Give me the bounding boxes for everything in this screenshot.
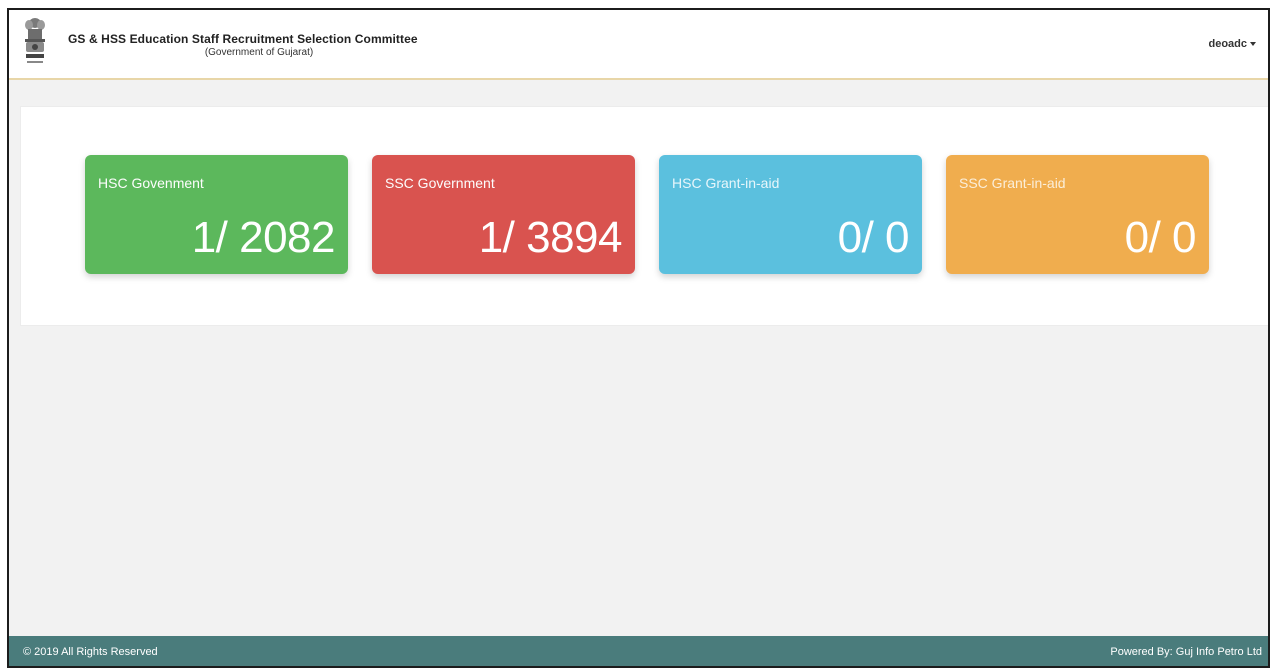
user-name: deoadc	[1208, 38, 1247, 50]
card-hsc-government[interactable]: HSC Govenment 1/ 2082	[85, 155, 348, 274]
card-ssc-grant-in-aid[interactable]: SSC Grant-in-aid 0/ 0	[946, 155, 1209, 274]
card-value: 1/ 2082	[191, 213, 336, 262]
national-emblem-logo	[25, 18, 45, 63]
dashboard-panel: HSC Govenment 1/ 2082 SSC Government 1/ …	[20, 106, 1268, 326]
card-ssc-government[interactable]: SSC Government 1/ 3894	[372, 155, 635, 274]
app-subtitle-text: (Government of Gujarat)	[204, 47, 314, 58]
footer: © 2019 All Rights Reserved Powered By: G…	[9, 636, 1268, 666]
card-value: 0/ 0	[1124, 213, 1197, 262]
user-menu[interactable]: deoadc	[1208, 38, 1256, 50]
card-hsc-grant-in-aid[interactable]: HSC Grant-in-aid 0/ 0	[659, 155, 922, 274]
card-value: 0/ 0	[837, 213, 910, 262]
card-value: 1/ 3894	[478, 213, 623, 262]
card-label: SSC Government	[385, 175, 495, 191]
card-label: HSC Grant-in-aid	[672, 175, 780, 191]
card-label: SSC Grant-in-aid	[959, 175, 1066, 191]
app-subtitle: (Government of Gujarat)	[9, 47, 429, 58]
card-label: HSC Govenment	[98, 175, 204, 191]
app-title: GS & HSS Education Staff Recruitment Sel…	[68, 32, 418, 46]
header: GS & HSS Education Staff Recruitment Sel…	[9, 10, 1268, 80]
caret-down-icon	[1250, 42, 1256, 46]
powered-by-text: Powered By: Guj Info Petro Ltd	[1110, 646, 1262, 658]
app-frame: GS & HSS Education Staff Recruitment Sel…	[7, 8, 1270, 668]
copyright-text: © 2019 All Rights Reserved	[23, 646, 158, 658]
